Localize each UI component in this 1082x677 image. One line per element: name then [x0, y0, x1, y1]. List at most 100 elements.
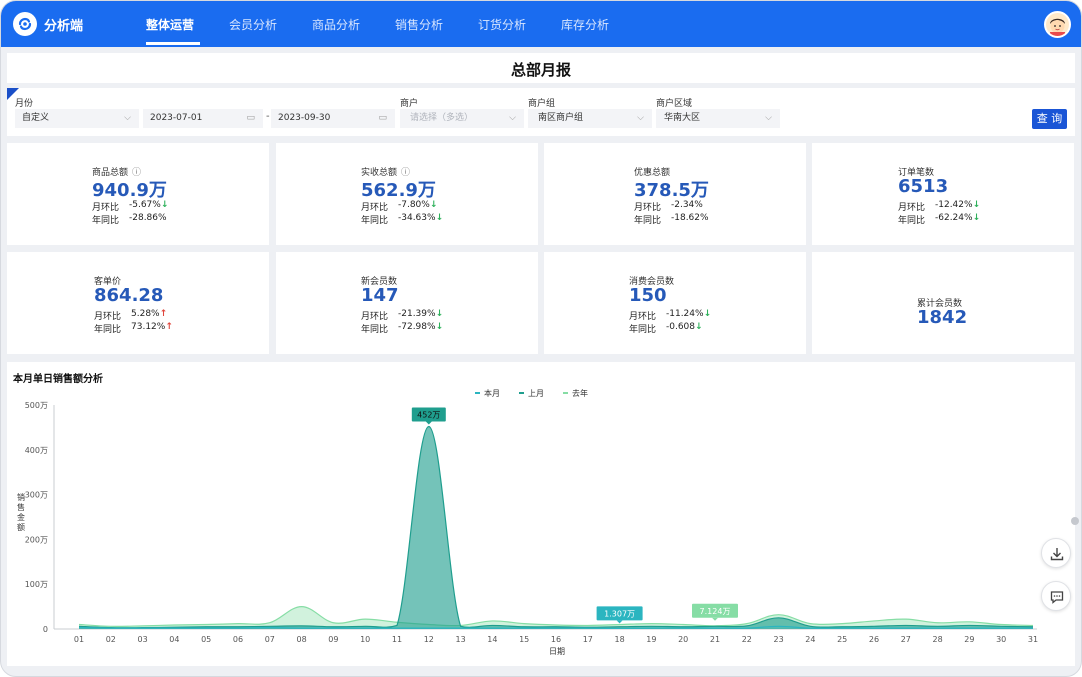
x-tick-label: 04 — [169, 635, 179, 644]
x-axis-label: 日期 — [549, 647, 565, 656]
y-tick-label: 300万 — [25, 491, 48, 500]
arrow-down-icon: ↓ — [435, 309, 444, 319]
value-tag-pointer — [425, 421, 432, 425]
tab-inventory-analysis[interactable]: 库存分析 — [561, 16, 609, 33]
x-tick-label: 09 — [328, 635, 338, 644]
yoy-label: 年同比 — [92, 216, 120, 226]
legend-label: 上月 — [528, 389, 544, 398]
change-value: -12.42% — [935, 200, 973, 210]
mom-value: -12.42%↓ — [935, 200, 980, 210]
x-tick-label: 29 — [964, 635, 974, 644]
mom-label: 月环比 — [629, 312, 657, 322]
yoy-label: 年同比 — [94, 325, 122, 335]
x-tick-label: 18 — [615, 635, 625, 644]
kpi-card: 实收总额 ⓘ 562.9万 月环比 -7.80%↓ 年同比 -34.63%↓ — [276, 143, 538, 245]
end-date-value: 2023-09-30 — [278, 113, 331, 123]
download-button[interactable] — [1041, 538, 1071, 568]
x-tick-label: 17 — [583, 635, 593, 644]
scrollbar-thumb[interactable] — [1071, 517, 1079, 525]
yoy-value: -34.63%↓ — [398, 213, 443, 223]
yoy-row: 年同比 -18.62% — [634, 213, 709, 226]
tab-product-analysis[interactable]: 商品分析 — [312, 16, 360, 33]
arrow-down-icon: ↓ — [972, 213, 981, 223]
x-tick-label: 06 — [233, 635, 243, 644]
change-value: -62.24% — [935, 213, 973, 223]
change-value: -11.24% — [666, 309, 704, 319]
y-tick-label: 200万 — [25, 535, 48, 544]
mom-row: 月环比 -7.80%↓ — [361, 200, 437, 213]
x-tick-label: 31 — [1028, 635, 1038, 644]
merchant-region-label: 商户区域 — [656, 99, 693, 109]
change-value: -34.63% — [398, 213, 436, 223]
daily-sales-chart-card: 本月单日销售额分析 0 100万 200万 300万 400万 500万 01 02 03 04 0… — [7, 362, 1075, 666]
kpi-card: 消费会员数 150 月环比 -11.24%↓ 年同比 -0.608↓ — [544, 252, 806, 354]
yoy-value: -28.86% — [129, 213, 167, 223]
yoy-label: 年同比 — [629, 325, 657, 335]
x-tick-label: 30 — [996, 635, 1006, 644]
kpi-value: 6513 — [898, 176, 949, 197]
merchant-group-label: 商户组 — [528, 99, 556, 109]
kpi-value: 940.9万 — [92, 180, 167, 201]
tab-overall-operations[interactable]: 整体运营 — [146, 16, 194, 33]
x-tick-label: 15 — [519, 635, 529, 644]
yoy-label: 年同比 — [361, 325, 389, 335]
merchant-group-select[interactable]: 南区商户组 ⌵ — [528, 109, 652, 128]
kpi-card: 商品总额 ⓘ 940.9万 月环比 -5.67%↓ 年同比 -28.86% — [7, 143, 269, 245]
legend-label: 去年 — [572, 388, 588, 398]
mom-row: 月环比 5.28%↑ — [94, 309, 167, 322]
tab-sales-analysis[interactable]: 销售分析 — [395, 16, 443, 33]
mom-value: -5.67%↓ — [129, 200, 168, 210]
kpi-card: 优惠总额 378.5万 月环比 -2.34% 年同比 -18.62% — [544, 143, 806, 245]
merchant-region-select[interactable]: 华南大区 ⌵ — [656, 109, 780, 128]
x-tick-label: 25 — [837, 635, 847, 644]
mom-label: 月环比 — [92, 203, 120, 213]
x-tick-label: 23 — [774, 635, 784, 644]
kpi-value: 378.5万 — [634, 180, 709, 201]
yoy-label: 年同比 — [361, 216, 389, 226]
change-value: 5.28% — [131, 309, 160, 319]
chat-button[interactable] — [1041, 581, 1071, 611]
chat-icon — [1050, 591, 1064, 604]
x-tick-label: 24 — [805, 635, 815, 644]
kpi-value: 150 — [629, 285, 667, 306]
change-value: -7.80% — [398, 200, 430, 210]
mom-value: 5.28%↑ — [131, 309, 167, 319]
change-value: -0.608 — [666, 322, 696, 332]
arrow-down-icon: ↓ — [972, 200, 981, 210]
tab-member-analysis[interactable]: 会员分析 — [229, 16, 277, 33]
tab-ordering-analysis[interactable]: 订货分析 — [478, 16, 526, 33]
kpi-card: 客单价 864.28 月环比 5.28%↑ 年同比 73.12%↑ — [7, 252, 269, 354]
start-date-input[interactable]: 2023-07-01 ▭ — [143, 109, 263, 128]
change-value: -5.67% — [129, 200, 161, 210]
value-tag-pointer — [712, 617, 718, 621]
x-tick-label: 21 — [710, 635, 720, 644]
kpi-value: 147 — [361, 285, 399, 306]
y-tick-label: 500万 — [25, 401, 48, 410]
x-tick-label: 26 — [869, 635, 879, 644]
kpi-value: 1842 — [917, 307, 968, 328]
end-date-input[interactable]: 2023-09-30 ▭ — [271, 109, 395, 128]
app-window: 分析端 整体运营 会员分析 商品分析 销售分析 订货分析 库存分析 总部月报 月… — [0, 0, 1082, 677]
merchant-select[interactable]: 请选择（多选） ⌵ — [400, 109, 524, 128]
mom-label: 月环比 — [361, 203, 389, 213]
merchant-region-value: 华南大区 — [664, 113, 701, 123]
month-mode-select[interactable]: 自定义 ⌵ — [15, 109, 139, 128]
yoy-value: -18.62% — [671, 213, 709, 223]
x-tick-label: 14 — [487, 635, 497, 644]
arrow-down-icon: ↓ — [435, 213, 444, 223]
value-tag-label: 452万 — [417, 411, 440, 420]
app-name: 分析端 — [44, 19, 84, 34]
mom-row: 月环比 -21.39%↓ — [361, 309, 443, 322]
y-axis-label: 销售金额 — [17, 492, 25, 532]
query-button[interactable]: 查 询 — [1032, 109, 1067, 129]
x-tick-label: 11 — [392, 635, 402, 644]
mom-label: 月环比 — [898, 203, 926, 213]
chevron-down-icon: ⌵ — [637, 113, 644, 123]
x-tick-label: 20 — [678, 635, 688, 644]
mom-value: -21.39%↓ — [398, 309, 443, 319]
user-avatar[interactable] — [1044, 11, 1071, 38]
x-tick-label: 16 — [551, 635, 561, 644]
mom-label: 月环比 — [361, 312, 389, 322]
y-tick-label: 400万 — [25, 446, 48, 455]
daily-sales-chart: 0 100万 200万 300万 400万 500万 01 02 03 04 05 06 07 08 09 1… — [17, 388, 1038, 656]
